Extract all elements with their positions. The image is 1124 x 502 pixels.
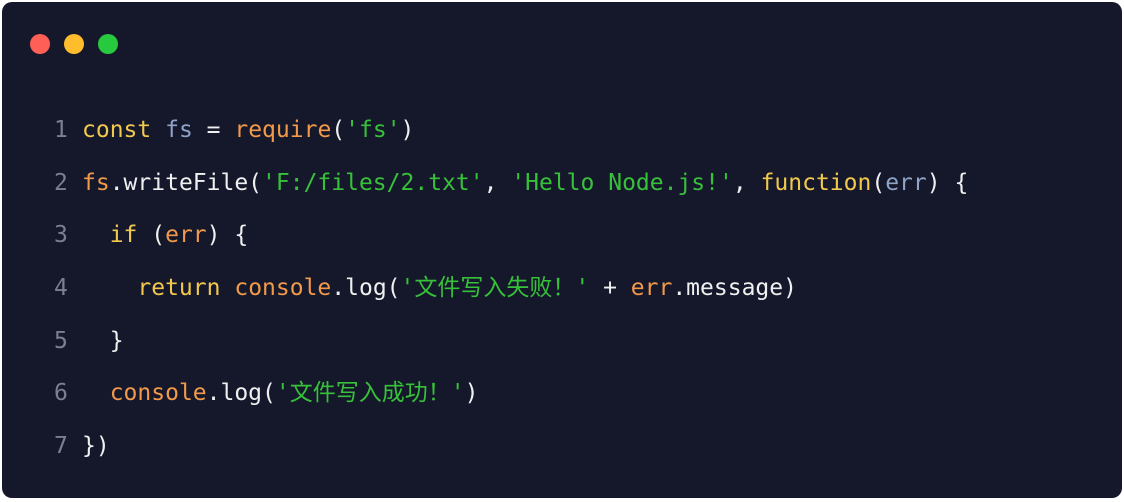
code-token: , (483, 169, 512, 196)
code-text: }) (82, 426, 110, 466)
code-token: ( (137, 222, 166, 249)
code-token: .writeFile( (109, 169, 263, 196)
line-number: 3 (54, 222, 68, 249)
code-token: ) { (926, 169, 969, 196)
code-window: 1 const fs = require('fs') 2 fs.writeFile('… (2, 2, 1122, 498)
code-token: } (82, 327, 124, 354)
code-token: }) (82, 432, 110, 459)
code-token: , (732, 169, 761, 196)
code-token: ) { (206, 222, 249, 249)
code-text: const fs = require('fs') (82, 110, 414, 150)
code-block: 1 const fs = require('fs') 2 fs.writeFile('… (54, 104, 968, 472)
line-number: 4 (54, 275, 68, 302)
code-line: 6 console.log('文件写入成功！') (54, 367, 968, 420)
code-token: 'F:/files/2.txt' (262, 169, 484, 196)
code-token: + (589, 275, 631, 302)
maximize-dot-icon[interactable] (98, 34, 118, 54)
code-text: if (err) { (82, 215, 249, 255)
code-line: 7}) (54, 420, 968, 473)
code-line: 4 return console.log('文件写入失败！' + err.mes… (54, 262, 968, 315)
close-dot-icon[interactable] (30, 34, 50, 54)
code-token: const (82, 117, 152, 144)
line-number: 1 (54, 117, 68, 144)
code-token: console (234, 275, 332, 302)
code-token: .log( (206, 380, 276, 407)
code-token: .log( (331, 275, 401, 302)
code-token: fs (165, 117, 193, 144)
code-token: ) (400, 117, 415, 144)
code-token: 'fs' (345, 117, 401, 144)
code-token: ( (331, 117, 346, 144)
code-token: if (109, 222, 138, 249)
code-token: err (630, 275, 673, 302)
code-text: return console.log('文件写入失败！' + err.messa… (82, 268, 797, 308)
line-number: 7 (54, 432, 68, 459)
code-token: console (109, 380, 207, 407)
code-token: .message) (672, 275, 797, 302)
minimize-dot-icon[interactable] (64, 34, 84, 54)
code-line: 5 } (54, 314, 968, 367)
line-number: 2 (54, 169, 68, 196)
code-token: '文件写入成功！' (275, 380, 465, 407)
code-text: console.log('文件写入成功！') (82, 373, 479, 413)
code-token: 'Hello Node.js!' (511, 169, 733, 196)
code-token: ) (464, 380, 479, 407)
code-token: '文件写入失败！' (400, 275, 590, 302)
code-line: 2 fs.writeFile('F:/files/2.txt', 'Hello N… (54, 157, 968, 210)
code-line: 3 if (err) { (54, 209, 968, 262)
line-number: 6 (54, 380, 68, 407)
code-token: ( (871, 169, 886, 196)
code-token: err (885, 169, 927, 196)
code-token: fs (82, 169, 110, 196)
code-token: return (137, 275, 221, 302)
code-token: err (165, 222, 207, 249)
code-line: 1 const fs = require('fs') (54, 104, 968, 157)
code-text: } (82, 321, 124, 361)
line-number: 5 (54, 327, 68, 354)
code-token: require (234, 117, 332, 144)
code-text: fs.writeFile('F:/files/2.txt', 'Hello No… (82, 163, 968, 203)
window-controls (30, 34, 118, 54)
code-token: function (760, 169, 872, 196)
code-token: = (192, 117, 235, 144)
